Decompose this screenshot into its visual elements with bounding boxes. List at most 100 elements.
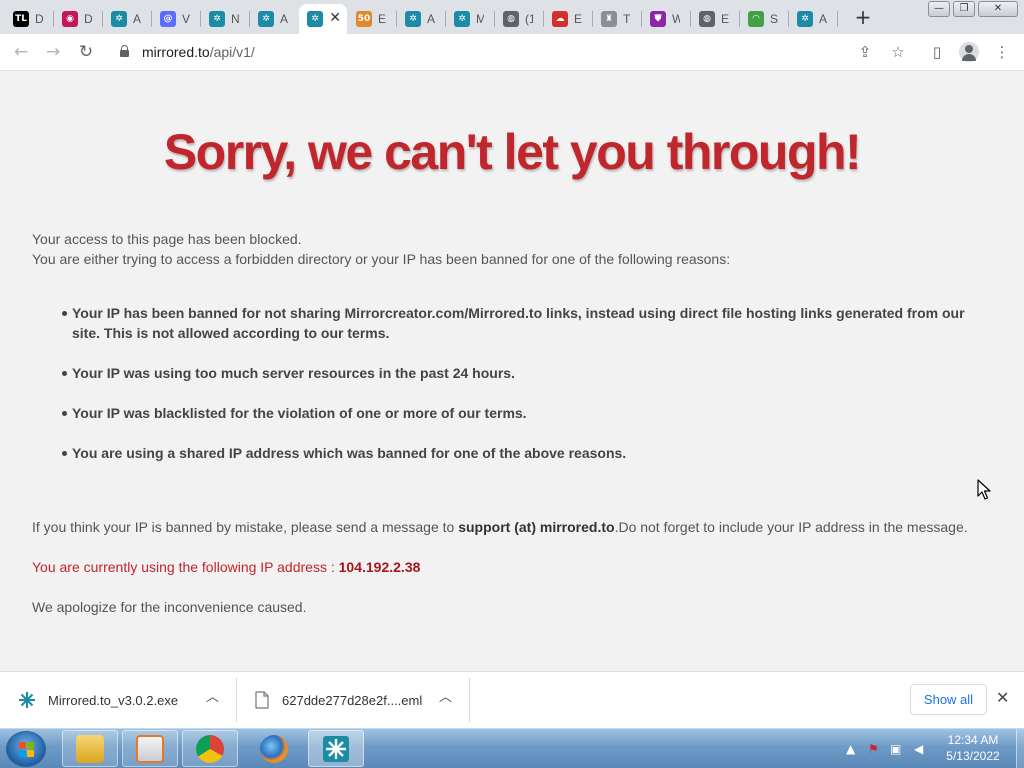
reason-item: Your IP was blacklisted for the violatio… [62, 403, 972, 423]
tab[interactable]: ◠ S [740, 4, 788, 34]
firefox-button[interactable] [246, 730, 302, 767]
tab[interactable]: ◉ D [54, 4, 102, 34]
download-item-1[interactable]: Mirrored.to_v3.0.2.exe [18, 678, 178, 722]
download-bar: Mirrored.to_v3.0.2.exe ︿ 627dde277d28e2f… [0, 671, 1024, 728]
tab[interactable]: ◍ E [691, 4, 739, 34]
fifty-icon: 50 [356, 11, 372, 27]
castle-icon: ♜ [601, 11, 617, 27]
tab-label: A [133, 12, 141, 26]
tab[interactable]: ✲ M [446, 4, 494, 34]
tab[interactable]: ✲ A [397, 4, 445, 34]
tab-label: D [35, 12, 43, 26]
media-player-button[interactable] [122, 730, 178, 767]
window-close-button[interactable]: ✕ [978, 1, 1018, 17]
chrome-icon [196, 734, 224, 763]
restore-button[interactable]: ❐ [953, 1, 975, 17]
tab[interactable]: TL D [5, 4, 53, 34]
chevron-up-icon[interactable]: ︿ [439, 686, 452, 705]
tab[interactable]: ✲ A [250, 4, 298, 34]
wifi-icon: ◠ [748, 11, 764, 27]
url-text[interactable]: mirrored.to/api/v1/ [142, 44, 255, 60]
tab-label: A [280, 12, 288, 26]
page-title: Sorry, we can't let you through! [163, 124, 862, 180]
shield-icon: ⛊ [650, 11, 666, 27]
new-tab-button[interactable]: + [852, 6, 874, 28]
security-alert-icon[interactable]: ⚑ [868, 742, 879, 756]
tab-label: E [574, 12, 582, 26]
mistake-prefix: If you think your IP is banned by mistak… [32, 519, 459, 535]
cloud-icon: ☁ [552, 11, 568, 27]
mirrored-icon: ✲ [405, 11, 421, 27]
profile-avatar-icon[interactable] [959, 42, 979, 62]
back-button[interactable]: ← [9, 40, 33, 64]
globe-icon: ◍ [699, 11, 715, 27]
camera-icon: ◉ [62, 11, 78, 27]
tab-close-icon[interactable]: ✕ [329, 10, 341, 26]
tab[interactable]: ✲ N [201, 4, 249, 34]
media-player-icon [136, 734, 164, 763]
show-desktop-button[interactable] [1016, 729, 1024, 768]
tab-strip: TL D ◉ D ✲ A @ V ✲ N ✲ A ✲ ✕ 50 E ✲ A ✲ M ◍ (1 ☁ E ♜ T ⛊ W ◍ E ◠ S ✲ A + … [0, 0, 1024, 34]
tab-label: A [427, 12, 435, 26]
url-path: /api/v1/ [209, 44, 255, 60]
ip-prefix: You are currently using the following IP… [32, 559, 339, 575]
minimize-button[interactable]: — [928, 1, 950, 17]
reload-button[interactable]: ↻ [74, 40, 98, 64]
share-icon[interactable]: ⇪ [853, 40, 877, 64]
support-email: support (at) mirrored.to [458, 519, 615, 535]
page-content: Sorry, we can't let you through! Your ac… [0, 71, 1024, 671]
tab[interactable]: ✲ A [103, 4, 151, 34]
tab[interactable]: @ V [152, 4, 200, 34]
lock-icon[interactable] [120, 45, 129, 57]
file-explorer-button[interactable] [62, 730, 118, 767]
chrome-button[interactable] [182, 730, 238, 767]
download-filename: 627dde277d28e2f....eml [282, 692, 423, 708]
tab-label: N [231, 12, 239, 26]
url-host: mirrored.to [142, 44, 210, 60]
ip-address: 104.192.2.38 [338, 559, 421, 575]
chevron-up-icon[interactable]: ︿ [206, 686, 219, 705]
windows-logo-icon [19, 742, 35, 758]
bookmark-star-icon[interactable]: ☆ [886, 40, 910, 64]
file-icon [255, 691, 269, 709]
volume-icon[interactable]: ◀ [914, 742, 923, 756]
address-bar[interactable]: mirrored.to/api/v1/ [108, 38, 848, 66]
browser-toolbar: ← → ↻ mirrored.to/api/v1/ ⇪ ☆ ▯ ⋮ [0, 34, 1024, 71]
mirrored-icon: ✲ [111, 11, 127, 27]
mouse-cursor-icon [977, 479, 991, 500]
menu-kebab-icon[interactable]: ⋮ [990, 40, 1014, 64]
tab[interactable]: ◍ (1 [495, 4, 543, 34]
start-button[interactable] [6, 731, 46, 767]
tab-label: V [182, 12, 190, 26]
side-panel-icon[interactable]: ▯ [925, 40, 949, 64]
tab[interactable]: ⛊ W [642, 4, 690, 34]
mistake-message: If you think your IP is banned by mistak… [32, 519, 968, 535]
clock[interactable]: 12:34 AM 5/13/2022 [934, 732, 1012, 764]
mirrored-app-button[interactable] [308, 730, 364, 767]
show-hidden-icons[interactable]: ▲ [846, 742, 855, 756]
mirrored-icon: ✲ [454, 11, 470, 27]
forward-button[interactable]: → [41, 40, 65, 64]
tab[interactable]: 50 E [348, 4, 396, 34]
tab[interactable]: ✲ A [789, 4, 837, 34]
network-icon[interactable]: ▣ [890, 742, 901, 756]
divider [236, 678, 237, 722]
intro-line-2: You are either trying to access a forbid… [32, 251, 731, 267]
close-icon[interactable]: ✕ [996, 688, 1009, 707]
tab-label: E [378, 12, 386, 26]
download-item-2[interactable]: 627dde277d28e2f....eml [254, 678, 422, 722]
tab-active[interactable]: ✲ ✕ [299, 4, 347, 34]
tab-label: A [819, 12, 827, 26]
reason-item: Your IP has been banned for not sharing … [62, 303, 972, 343]
reasons-list: Your IP has been banned for not sharing … [62, 303, 972, 483]
mirrored-icon: ✲ [307, 11, 323, 27]
folder-icon [76, 734, 104, 763]
show-all-button[interactable]: Show all [910, 684, 987, 715]
download-filename: Mirrored.to_v3.0.2.exe [48, 692, 179, 708]
tab[interactable]: ♜ T [593, 4, 641, 34]
tab-label: (1 [525, 12, 533, 26]
mirrored-icon: ✲ [209, 11, 225, 27]
ip-address-message: You are currently using the following IP… [32, 559, 420, 575]
tab[interactable]: ☁ E [544, 4, 592, 34]
tl-icon: TL [13, 11, 29, 27]
